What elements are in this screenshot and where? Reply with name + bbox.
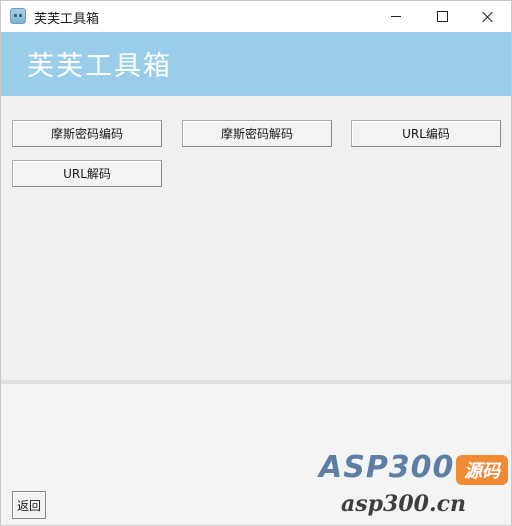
title-bar[interactable]: 芙芙工具箱	[1, 1, 511, 32]
morse-encode-button[interactable]: 摩斯密码编码	[12, 120, 162, 147]
url-decode-button[interactable]: URL解码	[12, 160, 162, 187]
morse-decode-button[interactable]: 摩斯密码解码	[182, 120, 332, 147]
url-encode-button[interactable]: URL编码	[351, 120, 501, 147]
watermark-url: asp300.cn	[341, 491, 466, 517]
maximize-icon	[436, 11, 448, 22]
window-title: 芙芙工具箱	[34, 12, 100, 27]
close-icon	[482, 11, 494, 23]
watermark-logo: ASP300 源码 asp300.cn	[319, 450, 509, 520]
app-window: 芙芙工具箱 芙芙工具箱 摩斯密码编码 摩斯密码解码 URL编码 URL解码 AS…	[0, 0, 512, 526]
minimize-button[interactable]	[373, 1, 419, 32]
close-button[interactable]	[465, 1, 511, 32]
back-button[interactable]: 返回	[12, 491, 46, 519]
minimize-icon	[391, 16, 401, 17]
maximize-button[interactable]	[419, 1, 465, 32]
watermark-badge: 源码	[456, 455, 508, 485]
header-title: 芙芙工具箱	[27, 51, 172, 82]
watermark-main: ASP300	[319, 450, 455, 485]
app-icon	[10, 8, 26, 24]
header-banner: 芙芙工具箱	[1, 32, 511, 96]
